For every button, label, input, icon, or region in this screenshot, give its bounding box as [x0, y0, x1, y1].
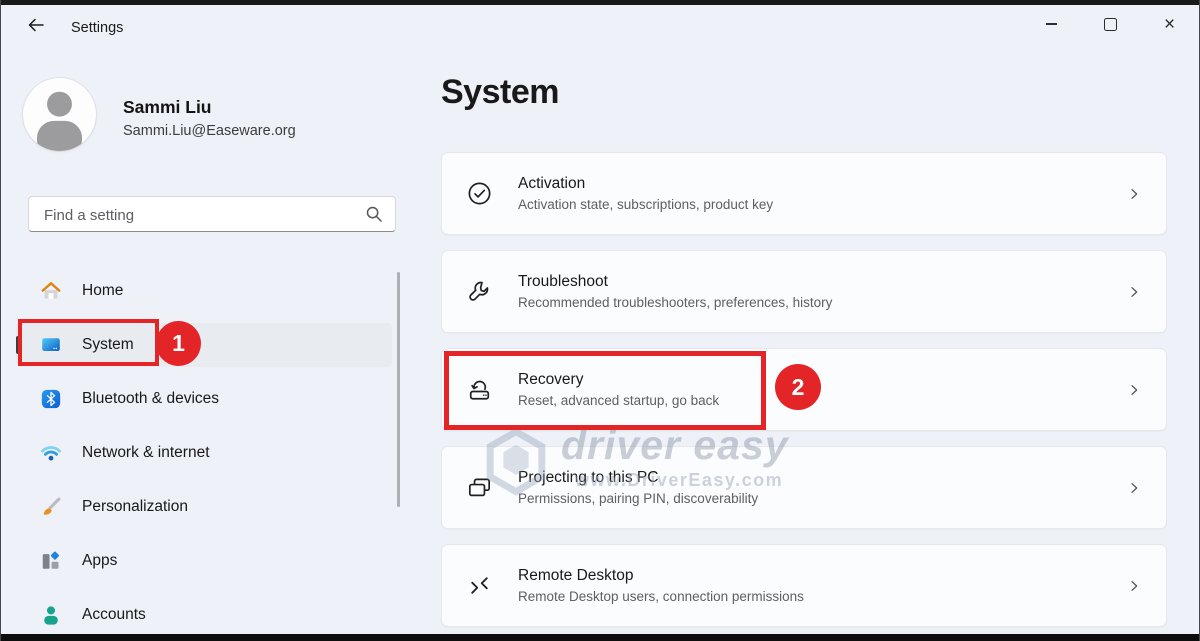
minimize-icon	[1046, 23, 1057, 25]
sidebar-item-bluetooth-devices[interactable]: Bluetooth & devices	[16, 377, 392, 421]
sidebar-item-label: Apps	[82, 552, 117, 570]
apps-icon	[40, 550, 62, 572]
recovery-drive-icon	[466, 376, 493, 403]
maximize-button[interactable]	[1081, 3, 1140, 45]
sidebar-scrollbar[interactable]	[397, 272, 400, 507]
sidebar-item-label: Home	[82, 282, 123, 300]
settings-window: Settings × Sammi Liu Sammi.Liu@Easeware.…	[0, 0, 1200, 641]
sidebar-item-label: Network & internet	[82, 444, 210, 462]
sidebar-item-apps[interactable]: Apps	[16, 539, 392, 583]
back-arrow-icon	[26, 15, 46, 40]
search-icon[interactable]	[364, 204, 384, 229]
card-title: Recovery	[518, 371, 1126, 389]
selection-indicator	[16, 336, 20, 354]
maximize-icon	[1104, 18, 1117, 31]
remote-desktop-icon	[466, 572, 493, 599]
card-text: Troubleshoot Recommended troubleshooters…	[518, 273, 1126, 310]
search-input[interactable]	[42, 197, 356, 233]
card-projecting[interactable]: Projecting to this PC Permissions, pairi…	[441, 446, 1167, 529]
card-recovery[interactable]: Recovery Reset, advanced startup, go bac…	[441, 348, 1167, 431]
sidebar-item-personalization[interactable]: Personalization	[16, 485, 392, 529]
card-text: Remote Desktop Remote Desktop users, con…	[518, 567, 1126, 604]
settings-cards: Activation Activation state, subscriptio…	[441, 152, 1167, 641]
card-remote-desktop[interactable]: Remote Desktop Remote Desktop users, con…	[441, 544, 1167, 627]
card-activation[interactable]: Activation Activation state, subscriptio…	[441, 152, 1167, 235]
sidebar-item-label: Personalization	[82, 498, 188, 516]
window-bottom-edge	[1, 634, 1199, 641]
window-top-edge	[1, 0, 1199, 5]
network-icon	[40, 442, 62, 464]
back-button[interactable]	[19, 11, 53, 43]
avatar[interactable]	[23, 78, 96, 151]
close-icon: ×	[1164, 15, 1175, 34]
page-title: System	[441, 73, 559, 112]
chevron-right-icon	[1126, 480, 1142, 496]
chevron-right-icon	[1126, 186, 1142, 202]
card-text: Recovery Reset, advanced startup, go bac…	[518, 371, 1126, 408]
personalization-icon	[40, 496, 62, 518]
card-subtitle: Reset, advanced startup, go back	[518, 393, 1126, 408]
bluetooth-icon	[40, 388, 62, 410]
chevron-right-icon	[1126, 382, 1142, 398]
home-icon	[40, 280, 62, 302]
card-text: Activation Activation state, subscriptio…	[518, 175, 1126, 212]
minimize-button[interactable]	[1022, 3, 1081, 45]
user-name: Sammi Liu	[123, 97, 212, 118]
sidebar-item-network-internet[interactable]: Network & internet	[16, 431, 392, 475]
user-email: Sammi.Liu@Easeware.org	[123, 123, 296, 139]
window-controls: ×	[1022, 3, 1199, 45]
card-troubleshoot[interactable]: Troubleshoot Recommended troubleshooters…	[441, 250, 1167, 333]
card-subtitle: Permissions, pairing PIN, discoverabilit…	[518, 491, 1126, 506]
person-silhouette-icon	[23, 138, 96, 151]
app-title: Settings	[71, 20, 123, 36]
sidebar-item-accounts[interactable]: Accounts	[16, 593, 392, 637]
sidebar-item-label: Accounts	[82, 606, 146, 624]
sidebar: Sammi Liu Sammi.Liu@Easeware.org Home	[1, 53, 413, 634]
sidebar-nav: Home System	[16, 269, 392, 641]
card-subtitle: Recommended troubleshooters, preferences…	[518, 295, 1126, 310]
titlebar: Settings ×	[1, 5, 1199, 53]
chevron-right-icon	[1126, 284, 1142, 300]
card-title: Remote Desktop	[518, 567, 1126, 585]
close-button[interactable]: ×	[1140, 3, 1199, 45]
card-title: Troubleshoot	[518, 273, 1126, 291]
system-icon	[40, 334, 62, 356]
chevron-right-icon	[1126, 578, 1142, 594]
wrench-icon	[466, 278, 493, 305]
activation-check-icon	[466, 180, 493, 207]
card-text: Projecting to this PC Permissions, pairi…	[518, 469, 1126, 506]
sidebar-item-label: Bluetooth & devices	[82, 390, 219, 408]
card-title: Activation	[518, 175, 1126, 193]
card-title: Projecting to this PC	[518, 469, 1126, 487]
sidebar-item-system[interactable]: System	[16, 323, 392, 367]
sidebar-item-label: System	[82, 336, 134, 354]
sidebar-item-home[interactable]: Home	[16, 269, 392, 313]
card-subtitle: Remote Desktop users, connection permiss…	[518, 589, 1126, 604]
accounts-icon	[40, 604, 62, 626]
projecting-screens-icon	[466, 474, 493, 501]
card-subtitle: Activation state, subscriptions, product…	[518, 197, 1126, 212]
search-box	[28, 196, 396, 232]
